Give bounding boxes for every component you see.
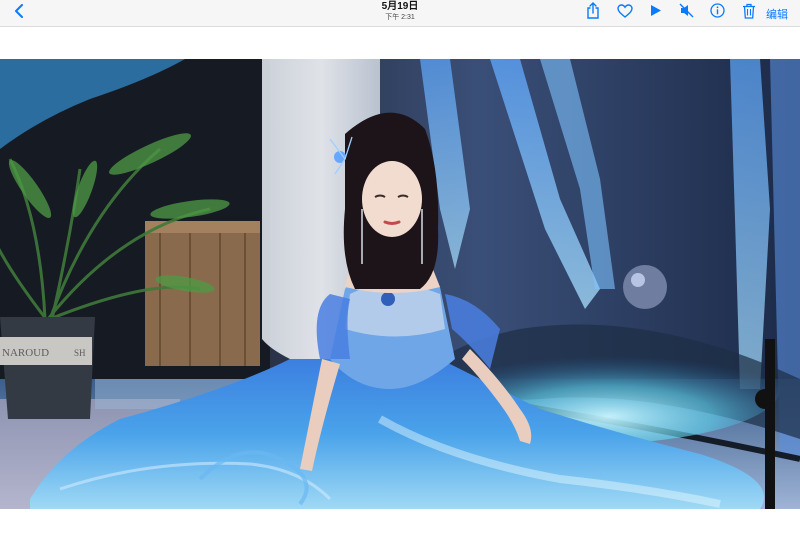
speaker-muted-icon bbox=[679, 3, 694, 23]
back-button[interactable] bbox=[9, 3, 29, 23]
play-icon bbox=[650, 4, 662, 22]
share-button[interactable] bbox=[584, 2, 602, 24]
info-icon bbox=[709, 3, 725, 23]
photo-toolbar: 5月19日 下午 2:31 编辑 bbox=[0, 0, 800, 27]
mute-button[interactable] bbox=[677, 3, 695, 23]
photo-date: 5月19日 bbox=[381, 1, 419, 12]
trash-icon bbox=[742, 3, 756, 24]
chevron-left-icon bbox=[14, 3, 24, 23]
photo-title: 5月19日 下午 2:31 bbox=[300, 1, 500, 22]
play-button[interactable] bbox=[647, 4, 665, 22]
delete-button[interactable] bbox=[740, 3, 758, 24]
photo-image: NAROUD SH bbox=[0, 59, 800, 509]
photo-viewer[interactable]: NAROUD SH bbox=[0, 59, 800, 509]
pot-sign-text-right: SH bbox=[74, 348, 86, 358]
heart-icon bbox=[617, 3, 633, 23]
photo-time: 下午 2:31 bbox=[385, 14, 415, 21]
pot-sign-text: NAROUD bbox=[2, 347, 49, 359]
info-button[interactable] bbox=[708, 3, 726, 23]
favorite-button[interactable] bbox=[616, 3, 634, 23]
edit-button[interactable]: 编辑 bbox=[766, 6, 788, 22]
share-icon bbox=[586, 2, 600, 24]
